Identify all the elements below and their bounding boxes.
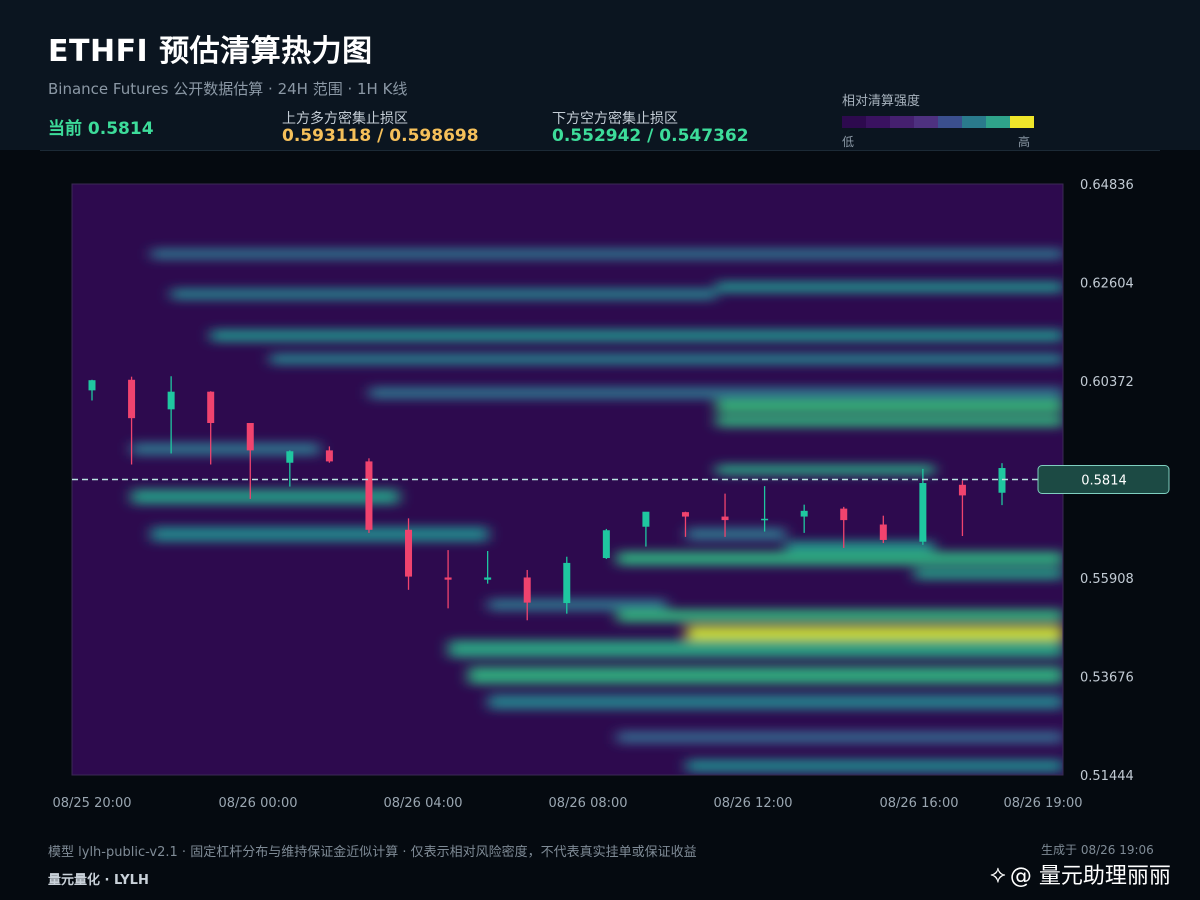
candle-body-9 xyxy=(444,577,452,580)
candle-body-7 xyxy=(365,461,373,530)
heat-band-12 xyxy=(686,527,786,541)
candle-body-4 xyxy=(246,423,254,451)
x-tick-label-5: 08/26 16:00 xyxy=(879,796,958,811)
candle-body-15 xyxy=(681,512,689,517)
candle-body-6 xyxy=(325,450,333,462)
candle-body-8 xyxy=(405,529,413,577)
candle-body-2 xyxy=(167,391,175,410)
candle-body-17 xyxy=(761,518,769,521)
heat-band-10 xyxy=(131,488,400,505)
current-price-badge-label: 0.5814 xyxy=(1081,474,1127,489)
heat-band-18 xyxy=(686,625,1063,642)
x-tick-label-6: 08/26 19:00 xyxy=(1003,796,1082,811)
candle-body-16 xyxy=(721,516,729,521)
y-tick-label-6: 0.51444 xyxy=(1080,769,1134,784)
candle-body-19 xyxy=(840,508,848,521)
x-tick-label-2: 08/26 04:00 xyxy=(383,796,462,811)
footer-brand: 量元量化 · LYLH xyxy=(48,873,149,888)
candle-body-18 xyxy=(800,510,808,517)
heat-band-9 xyxy=(716,464,935,476)
candle-body-1 xyxy=(128,379,136,419)
heat-band-1 xyxy=(171,288,717,300)
y-tick-label-2: 0.60372 xyxy=(1080,375,1134,390)
candle-body-23 xyxy=(998,468,1006,493)
candle-body-22 xyxy=(958,484,966,496)
candle-body-5 xyxy=(286,451,294,463)
heat-band-14 xyxy=(617,551,1063,566)
y-tick-label-4: 0.55908 xyxy=(1080,572,1134,587)
x-tick-label-0: 08/25 20:00 xyxy=(52,796,131,811)
candle-body-21 xyxy=(919,483,927,542)
heat-band-22 xyxy=(617,730,1063,744)
binance-square-icon: ⟡ xyxy=(990,860,1006,888)
candle-body-12 xyxy=(563,562,571,604)
heat-band-17 xyxy=(617,609,1063,623)
heat-band-19 xyxy=(448,640,1063,658)
candle-body-13 xyxy=(602,530,610,559)
candle-body-0 xyxy=(88,380,96,391)
heat-band-5 xyxy=(369,386,1063,400)
candle-body-20 xyxy=(879,524,887,540)
x-tick-label-3: 08/26 08:00 xyxy=(548,796,627,811)
watermark-text: @ 量元助理丽丽 xyxy=(1009,864,1171,889)
candle-body-3 xyxy=(207,391,215,424)
heat-band-15 xyxy=(914,568,1063,580)
heat-band-4 xyxy=(270,353,1063,365)
candle-body-11 xyxy=(523,577,531,603)
watermark: ⟡ @ 量元助理丽丽 xyxy=(990,858,1171,890)
x-axis: 08/25 20:00 08/26 00:00 08/26 04:00 08/26 0… xyxy=(52,796,1082,811)
heat-band-7 xyxy=(716,415,1063,427)
footer-disclaimer: 模型 lylh-public-v2.1 · 固定杠杆分布与维持保证金近似计算 ·… xyxy=(48,845,697,860)
candle-body-10 xyxy=(484,577,492,580)
y-tick-label-5: 0.53676 xyxy=(1080,671,1134,686)
liquidation-heatmap-chart: 0.5814 0.64836 0.62604 0.60372 0.55908 0.536… xyxy=(52,178,1170,811)
x-tick-label-4: 08/26 12:00 xyxy=(713,796,792,811)
heat-band-20 xyxy=(468,666,1063,685)
heat-band-2 xyxy=(716,281,1063,293)
heat-band-11 xyxy=(151,526,489,542)
heat-band-21 xyxy=(488,694,1063,710)
x-tick-label-1: 08/26 00:00 xyxy=(218,796,297,811)
candle-body-14 xyxy=(642,511,650,527)
heat-band-16 xyxy=(488,598,667,612)
heat-band-23 xyxy=(686,759,1063,773)
generated-timestamp: 生成于 08/26 19:06 xyxy=(1041,843,1154,857)
heat-band-3 xyxy=(210,329,1063,342)
heat-band-6 xyxy=(716,399,1063,413)
y-tick-label-0: 0.64836 xyxy=(1080,178,1134,193)
heat-band-0 xyxy=(151,248,1063,260)
y-tick-label-1: 0.62604 xyxy=(1080,277,1134,292)
